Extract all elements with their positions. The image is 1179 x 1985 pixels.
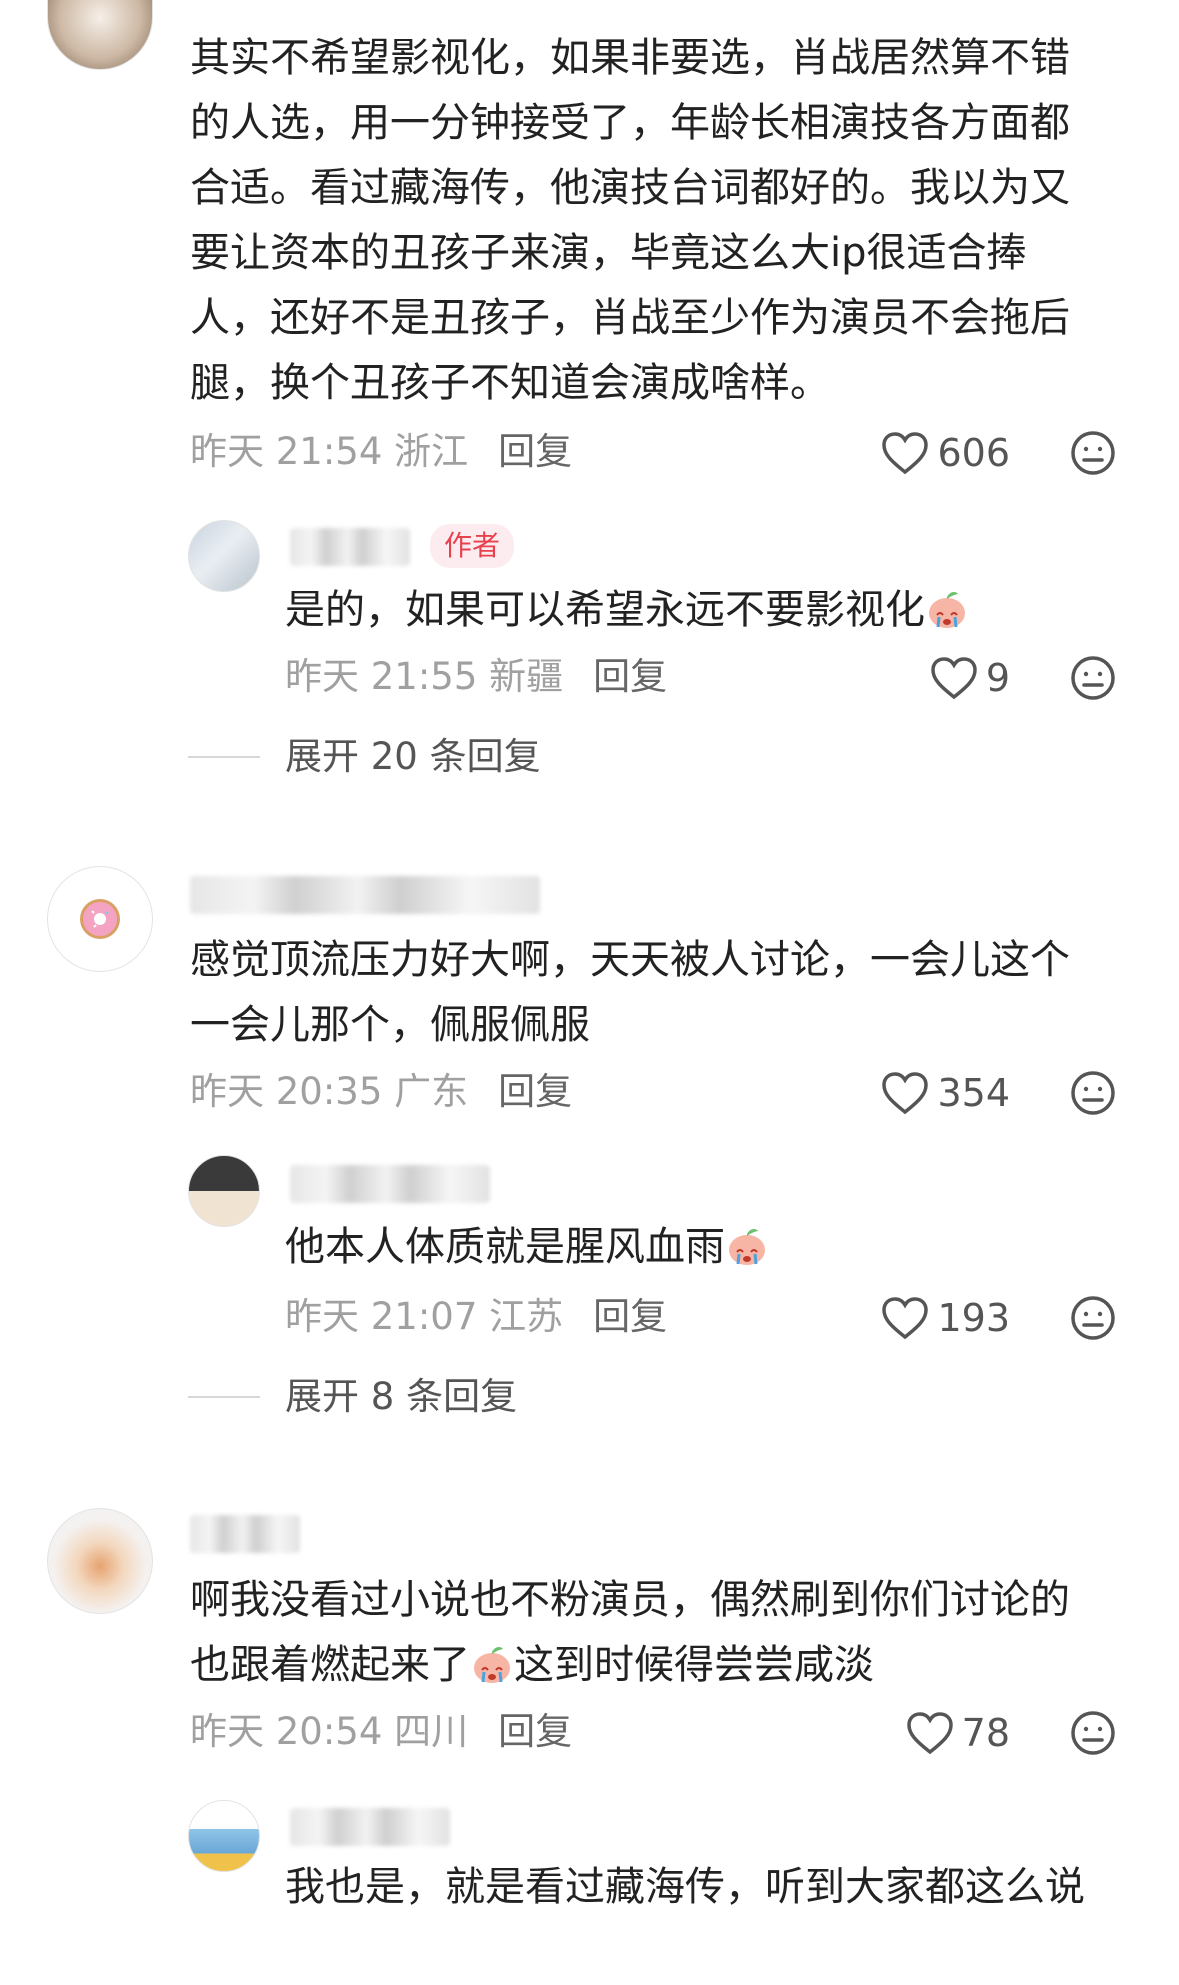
comment-text-line: 一会儿那个，佩服佩服: [190, 1002, 590, 1048]
donut-icon: [80, 899, 120, 939]
heart-outline-icon: [882, 432, 929, 475]
comment-text-line: 要让资本的丑孩子来演，毕竟这么大ip很适合捧: [190, 230, 1027, 276]
expand-replies-button[interactable]: 展开 8 条回复: [285, 1373, 517, 1421]
expand-divider: [188, 1396, 260, 1398]
username-obscured[interactable]: [190, 1515, 300, 1553]
comment-text-line: 啊我没看过小说也不粉演员，偶然刷到你们讨论的: [190, 1577, 1070, 1623]
like-button[interactable]: 606: [870, 425, 1010, 481]
username-obscured[interactable]: [290, 1808, 450, 1846]
comment-timestamp-location: 昨天 20:35 广东: [190, 1070, 469, 1113]
crying-peach-emoji: [929, 592, 965, 628]
author-badge: 作者: [430, 524, 515, 568]
comment-timestamp-location: 昨天 20:54 四川: [190, 1710, 469, 1753]
neutral-face-icon[interactable]: [1070, 430, 1116, 476]
comment-text-line: 合适。看过藏海传，他演技台词都好的。我以为又: [190, 165, 1070, 211]
reply-button[interactable]: 回复: [593, 655, 667, 698]
reply-meta: 昨天 21:07 江苏 回复: [285, 1293, 667, 1341]
comment-text-line: 腿，换个丑孩子不知道会演成啥样。: [190, 360, 830, 406]
comment-meta: 昨天 20:35 广东 回复: [190, 1068, 572, 1116]
avatar[interactable]: [47, 0, 153, 70]
comment-text-line: 人，还好不是丑孩子，肖战至少作为演员不会拖后: [190, 295, 1070, 341]
like-count: 354: [937, 1071, 1010, 1115]
reply-text: 我也是，就是看过藏海传，听到大家都这么说: [285, 1864, 1085, 1910]
username-obscured[interactable]: [290, 1165, 490, 1203]
avatar[interactable]: [47, 1508, 153, 1614]
comment-text-line: 的人选，用一分钟接受了，年龄长相演技各方面都: [190, 100, 1070, 146]
reply-button[interactable]: 回复: [498, 430, 572, 473]
reply-avatar[interactable]: [188, 1155, 260, 1227]
reply-button[interactable]: 回复: [498, 1070, 572, 1113]
expand-divider: [188, 756, 260, 758]
comment-text-segment: 这到时候得尝尝咸淡: [514, 1642, 874, 1688]
reply-avatar[interactable]: [188, 1800, 260, 1872]
like-count: 193: [937, 1296, 1010, 1340]
heart-outline-icon: [906, 1712, 953, 1755]
neutral-face-icon[interactable]: [1070, 1710, 1116, 1756]
like-count: 606: [937, 431, 1010, 475]
comment-body: 感觉顶流压力好大啊，天天被人讨论，一会儿这个 一会儿那个，佩服佩服: [190, 928, 1070, 1058]
comment-body: 啊我没看过小说也不粉演员，偶然刷到你们讨论的 也跟着燃起来了 这到时候得尝尝咸淡: [190, 1568, 1070, 1698]
comment-text-line: 感觉顶流压力好大啊，天天被人讨论，一会儿这个: [190, 937, 1070, 983]
crying-peach-emoji: [729, 1229, 765, 1265]
comment-text-segment: 也跟着燃起来了: [190, 1642, 470, 1688]
like-button[interactable]: 9: [870, 650, 1010, 706]
reply-text: 他本人体质就是腥风血雨: [285, 1215, 769, 1280]
crying-peach-emoji: [474, 1647, 510, 1683]
like-count: 9: [985, 656, 1010, 700]
reply-text: 是的，如果可以希望永远不要影视化: [285, 578, 969, 643]
comment-body: 其实不希望影视化，如果非要选，肖战居然算不错 的人选，用一分钟接受了，年龄长相演…: [190, 26, 1070, 416]
neutral-face-icon[interactable]: [1070, 1295, 1116, 1341]
reply-meta: 昨天 21:55 新疆 回复: [285, 653, 667, 701]
reply-timestamp-location: 昨天 21:55 新疆: [285, 655, 564, 698]
comment-text-line: 其实不希望影视化，如果非要选，肖战居然算不错: [190, 35, 1070, 81]
expand-replies-button[interactable]: 展开 20 条回复: [285, 733, 541, 781]
reply-timestamp-location: 昨天 21:07 江苏: [285, 1295, 564, 1338]
heart-outline-icon: [882, 1297, 929, 1340]
comment-meta: 昨天 20:54 四川 回复: [190, 1708, 572, 1756]
username-obscured[interactable]: [190, 876, 540, 914]
heart-outline-icon: [931, 657, 977, 700]
avatar[interactable]: [47, 866, 153, 972]
username-obscured[interactable]: [290, 528, 410, 566]
like-button[interactable]: 193: [870, 1290, 1010, 1346]
neutral-face-icon[interactable]: [1070, 655, 1116, 701]
reply-button[interactable]: 回复: [593, 1295, 667, 1338]
like-button[interactable]: 78: [870, 1705, 1010, 1761]
like-count: 78: [961, 1711, 1010, 1755]
comment-meta: 昨天 21:54 浙江 回复: [190, 428, 572, 476]
reply-button[interactable]: 回复: [498, 1710, 572, 1753]
reply-text-content: 是的，如果可以希望永远不要影视化: [285, 587, 925, 633]
like-button[interactable]: 354: [870, 1065, 1010, 1121]
comment-timestamp-location: 昨天 21:54 浙江: [190, 430, 469, 473]
reply-avatar[interactable]: [188, 520, 260, 592]
comment-text-line: 也跟着燃起来了 这到时候得尝尝咸淡: [190, 1633, 1070, 1698]
neutral-face-icon[interactable]: [1070, 1070, 1116, 1116]
reply-text-content: 他本人体质就是腥风血雨: [285, 1224, 725, 1270]
heart-outline-icon: [882, 1072, 929, 1115]
